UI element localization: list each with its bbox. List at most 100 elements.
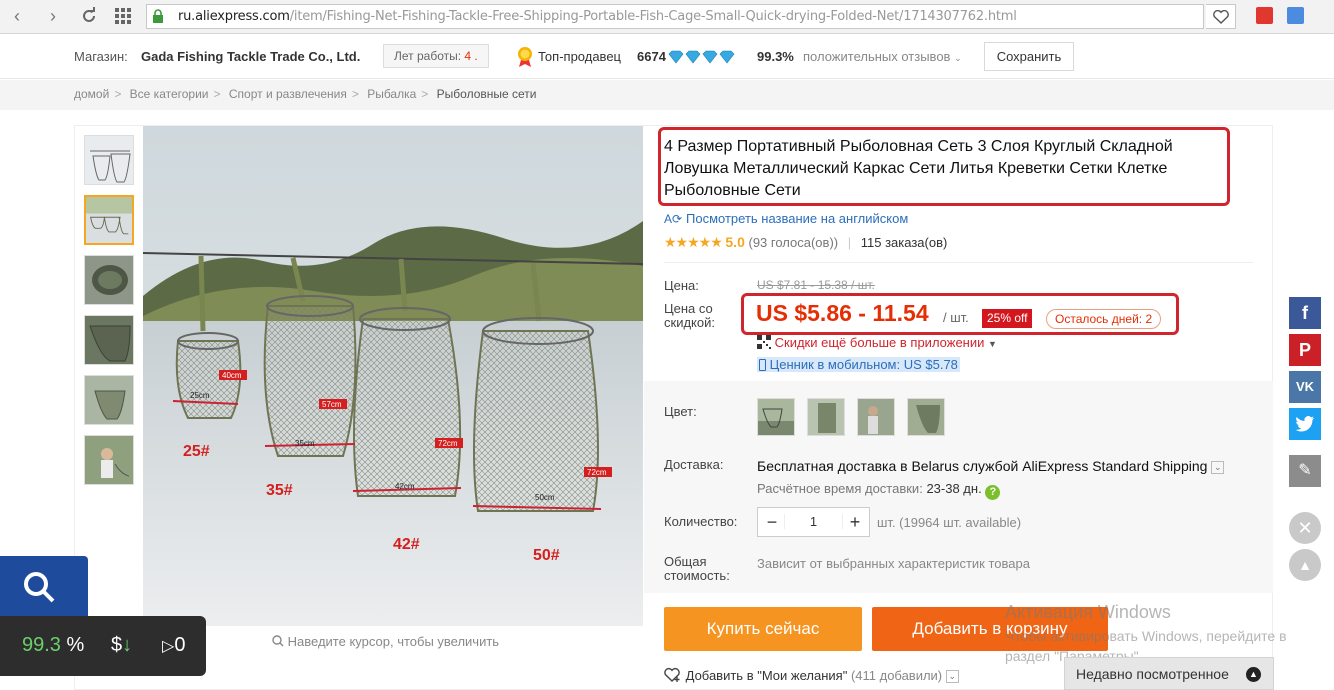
breadcrumb-sport[interactable]: Спорт и развлечения: [229, 87, 347, 101]
translate-icon: A⟳: [664, 212, 683, 226]
color-swatch-4[interactable]: [907, 398, 945, 436]
thumbnail-6[interactable]: [84, 435, 134, 485]
store-bar: Магазин: Gada Fishing Tackle Trade Co., …: [0, 35, 1334, 79]
quantity-label: Количество:: [664, 514, 738, 529]
windows-activation-title: Активация Windows: [1005, 602, 1171, 622]
bookmark-heart-icon[interactable]: [1206, 4, 1236, 29]
mobile-price[interactable]: Ценник в мобильном: US $5.78: [757, 357, 960, 372]
scroll-up-icon[interactable]: ▲: [1289, 549, 1321, 581]
svg-text:25cm: 25cm: [190, 391, 210, 400]
overlay-search-button[interactable]: [0, 556, 88, 618]
thumbnail-3[interactable]: [84, 255, 134, 305]
chevron-up-icon: ▲: [1246, 667, 1261, 682]
thumbnail-4[interactable]: [84, 315, 134, 365]
main-product-image[interactable]: 25# 35# 42# 50# 25cm 40cm 35cm 57cm 42cm…: [143, 126, 643, 626]
breadcrumb-home[interactable]: домой: [74, 87, 109, 101]
apps-grid-icon[interactable]: [112, 5, 134, 27]
breadcrumb-current[interactable]: Рыболовные сети: [437, 87, 537, 101]
play-icon: ▷: [162, 638, 175, 655]
store-name-link[interactable]: Gada Fishing Tackle Trade Co., Ltd.: [141, 49, 360, 64]
url-text: ru.aliexpress.com/item/Fishing-Net-Fishi…: [178, 9, 1017, 24]
save-store-button[interactable]: Сохранить: [984, 42, 1074, 71]
color-swatch-1[interactable]: [757, 398, 795, 436]
breadcrumb: домой > Все категории > Спорт и развлечени…: [74, 87, 537, 101]
store-label: Магазин:: [74, 49, 128, 64]
help-icon[interactable]: ?: [985, 485, 1001, 500]
magnifier-icon: [272, 635, 284, 647]
quantity-minus-button[interactable]: −: [760, 510, 784, 534]
overlay-price-trend[interactable]: $↓: [111, 634, 132, 657]
svg-text:72cm: 72cm: [587, 468, 607, 477]
discount-price: US $5.86 - 11.54: [756, 300, 929, 326]
svg-text:50cm: 50cm: [535, 493, 555, 502]
thumbnail-1[interactable]: [84, 135, 134, 185]
shipping-label: Доставка:: [664, 457, 724, 472]
chevron-down-icon[interactable]: ⌄: [945, 670, 959, 683]
pinterest-icon[interactable]: P: [1289, 334, 1321, 366]
positive-percent: 99.3%: [757, 49, 794, 64]
orders-count: 115 заказа(ов): [860, 235, 948, 250]
close-icon[interactable]: ✕: [1289, 512, 1321, 544]
top-seller-label: Топ-продавец: [538, 49, 621, 64]
vk-icon[interactable]: VK: [1289, 371, 1321, 403]
heart-plus-icon: [664, 667, 680, 682]
divider: [664, 262, 1253, 263]
positive-feedback-link[interactable]: положительных отзывов ⌄: [803, 49, 962, 64]
quantity-input[interactable]: 1: [784, 514, 843, 529]
thumbnail-2[interactable]: [84, 195, 134, 245]
back-icon[interactable]: ‹: [6, 5, 28, 27]
english-title-link[interactable]: A⟳ Посмотреть название на английском: [664, 211, 908, 226]
svg-text:42cm: 42cm: [395, 482, 415, 491]
breadcrumb-fishing[interactable]: Рыбалка: [367, 87, 416, 101]
svg-text:72cm: 72cm: [438, 439, 458, 448]
chevron-down-icon[interactable]: ⌄: [1211, 461, 1225, 474]
total-value: Зависит от выбранных характеристик товар…: [757, 556, 1030, 571]
size-label-42: 42#: [393, 536, 420, 553]
svg-text:35cm: 35cm: [295, 439, 315, 448]
edit-icon[interactable]: ✎: [1289, 455, 1321, 487]
twitter-icon[interactable]: [1289, 408, 1321, 440]
discount-badge: 25% off: [982, 309, 1033, 328]
overlay-rating-percent: 99.3 %: [22, 634, 85, 656]
old-price: US $7.81 - 15.38 / шт.: [757, 278, 875, 292]
wishlist-link[interactable]: Добавить в "Мои желания" (411 добавили) …: [664, 667, 959, 683]
buy-now-button[interactable]: Купить сейчас: [664, 607, 862, 651]
facebook-icon[interactable]: f: [1289, 297, 1321, 329]
years-badge: Лет работы: 4 .: [383, 44, 489, 68]
seller-score: 6674: [637, 49, 666, 64]
app-discount-link[interactable]: Скидки ещё больше в приложении ▼: [757, 335, 997, 350]
rating-score: 5.0: [725, 234, 745, 250]
discount-price-label: Цена со скидкой:: [664, 301, 715, 330]
delivery-eta: Расчётное время доставки: 23-38 дн. ?: [757, 481, 1001, 500]
quantity-plus-button[interactable]: +: [843, 510, 867, 534]
votes-link[interactable]: (93 голоса(ов)): [748, 235, 838, 250]
days-left-badge: Осталось дней: 2: [1046, 309, 1162, 329]
price-label: Цена:: [664, 278, 699, 293]
size-label-35: 35#: [266, 482, 293, 499]
mail-extension-icon[interactable]: [1256, 7, 1273, 24]
breadcrumb-all-categories[interactable]: Все категории: [130, 87, 209, 101]
browser-toolbar: ‹ › ru.aliexpress.com/item/Fishing-Net-F…: [0, 0, 1334, 34]
overlay-video-count[interactable]: ▷0: [162, 634, 185, 657]
breadcrumb-bar: домой > Все категории > Спорт и развлечени…: [0, 80, 1334, 110]
zoom-hint: Наведите курсор, чтобы увеличить: [272, 634, 499, 649]
color-swatch-3[interactable]: [857, 398, 895, 436]
reload-icon[interactable]: [78, 5, 100, 27]
translate-extension-icon[interactable]: [1287, 7, 1304, 24]
shipping-info[interactable]: Бесплатная доставка в Belarus службой Al…: [757, 458, 1225, 474]
rating-stars-icon[interactable]: ★★★★★: [664, 234, 723, 250]
recently-viewed-tab[interactable]: Недавно посмотренное ▲: [1064, 657, 1274, 690]
color-label: Цвет:: [664, 404, 697, 419]
quantity-stepper: − 1 +: [757, 507, 870, 537]
availability: шт. (19964 шт. available): [877, 515, 1022, 530]
price-unit: / шт.: [943, 310, 969, 325]
size-label-25: 25#: [183, 443, 210, 460]
svg-text:40cm: 40cm: [222, 371, 242, 380]
address-bar[interactable]: ru.aliexpress.com/item/Fishing-Net-Fishi…: [146, 4, 1204, 29]
color-swatch-2[interactable]: [807, 398, 845, 436]
medal-icon: [518, 47, 532, 67]
forward-icon[interactable]: ›: [42, 5, 64, 27]
thumbnail-5[interactable]: [84, 375, 134, 425]
svg-text:57cm: 57cm: [322, 400, 342, 409]
search-icon: [24, 572, 55, 603]
